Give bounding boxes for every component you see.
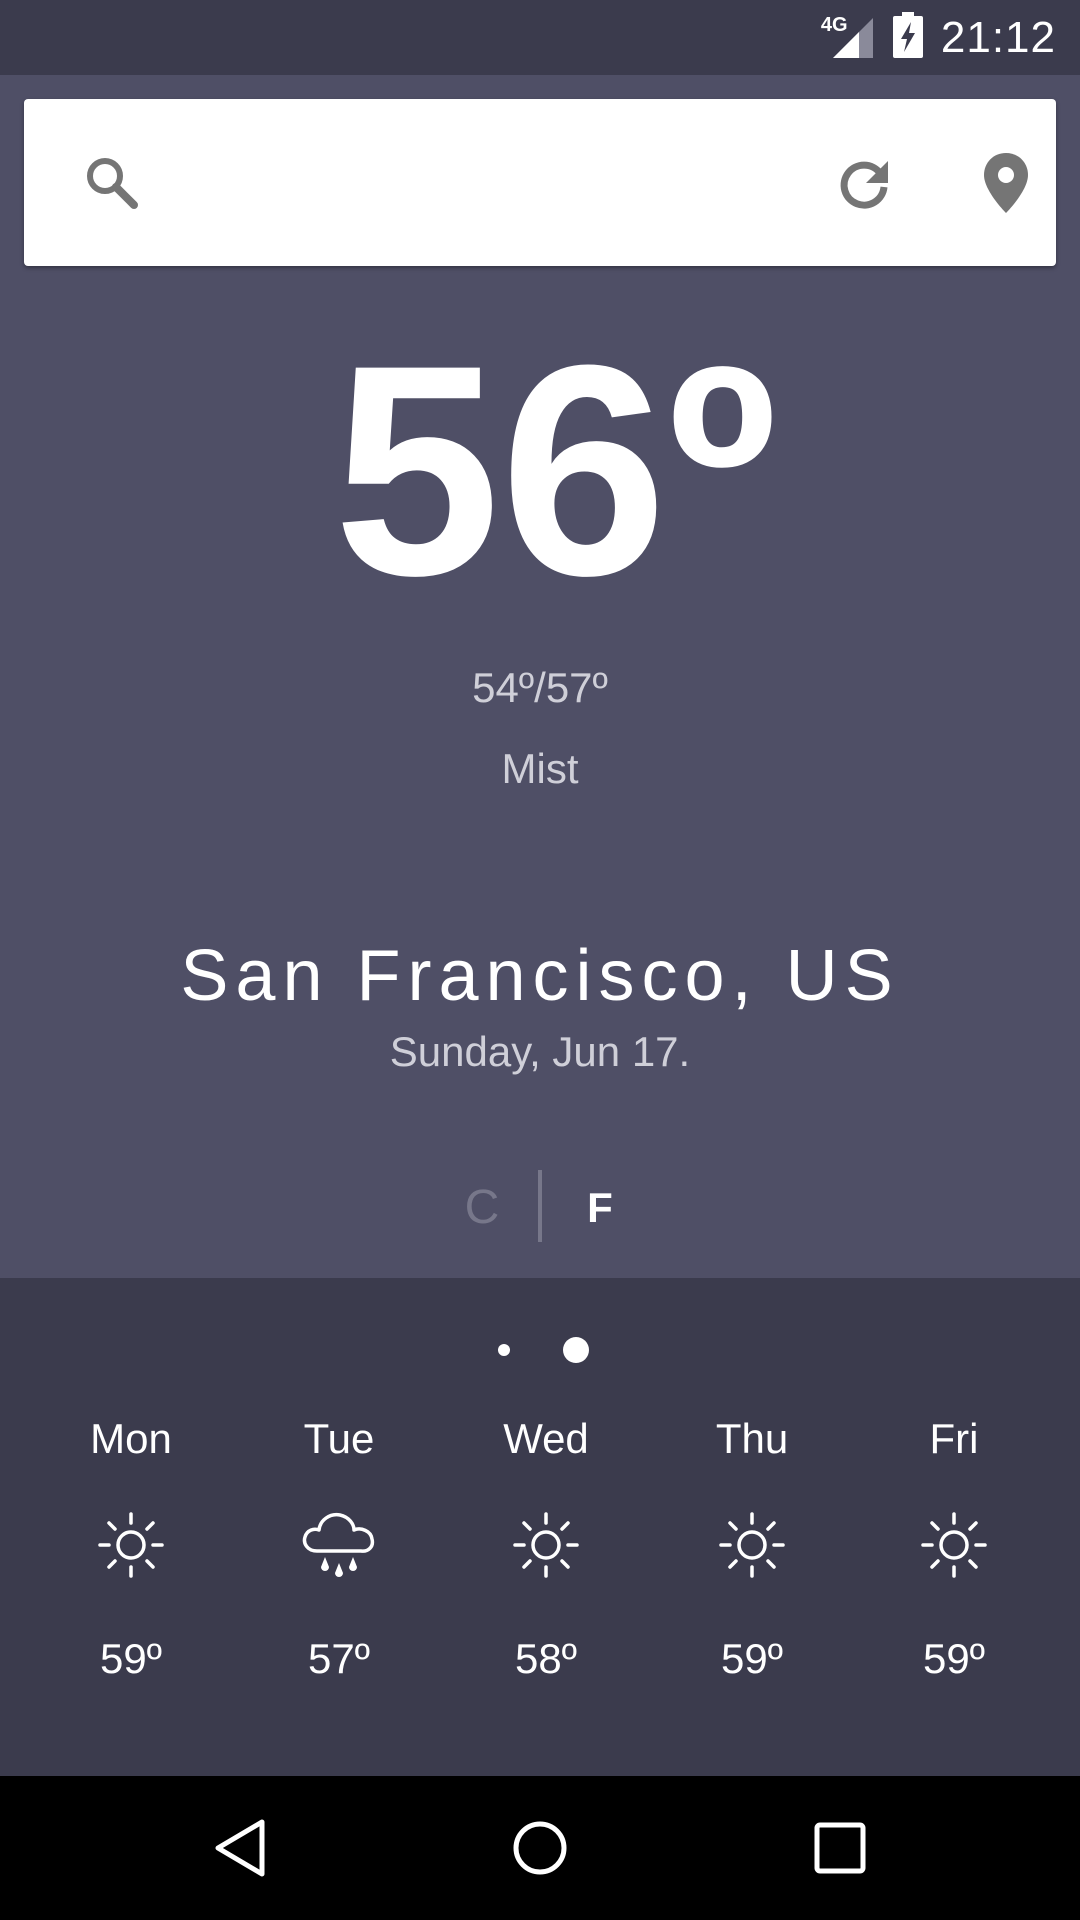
forecast-temperature: 58º bbox=[514, 1635, 578, 1682]
sun-icon bbox=[456, 1505, 636, 1585]
forecast-temperature: 57º bbox=[307, 1635, 371, 1682]
rain-cloud-icon bbox=[249, 1505, 429, 1585]
unit-celsius-button[interactable]: C bbox=[460, 1180, 504, 1235]
forecast-day: Tue 57º bbox=[249, 1415, 429, 1683]
status-icons: 4G 21:12 bbox=[821, 0, 1056, 75]
page-indicator-dot[interactable] bbox=[498, 1344, 510, 1356]
min-max-temperature: 54º/57º bbox=[472, 664, 608, 711]
unit-fahrenheit-button[interactable]: F bbox=[578, 1184, 622, 1232]
forecast-day: Fri 59º bbox=[864, 1415, 1044, 1683]
forecast-day-name: Wed bbox=[503, 1415, 589, 1462]
current-date: Sunday, Jun 17. bbox=[389, 1028, 691, 1075]
forecast-temperature: 59º bbox=[99, 1635, 163, 1682]
battery-charging-icon bbox=[892, 12, 923, 63]
refresh-icon[interactable] bbox=[814, 99, 914, 266]
sun-icon bbox=[41, 1505, 221, 1585]
forecast-day: Mon 59º bbox=[41, 1415, 221, 1683]
forecast-day-name: Tue bbox=[303, 1415, 375, 1462]
forecast-day: Wed 58º bbox=[456, 1415, 636, 1683]
forecast-day-name: Thu bbox=[715, 1415, 789, 1462]
forecast-day-name: Mon bbox=[90, 1415, 172, 1462]
forecast-temperature: 59º bbox=[720, 1635, 784, 1682]
search-icon[interactable] bbox=[64, 99, 160, 266]
back-icon[interactable] bbox=[160, 1776, 320, 1920]
sun-icon bbox=[864, 1505, 1044, 1585]
sun-icon bbox=[662, 1505, 842, 1585]
forecast-day-name: Fri bbox=[929, 1415, 979, 1462]
forecast-temperature: 59º bbox=[922, 1635, 986, 1682]
navigation-bar bbox=[0, 1776, 1080, 1920]
unit-divider bbox=[538, 1170, 542, 1242]
location-pin-icon[interactable] bbox=[956, 99, 1056, 266]
status-time: 21:12 bbox=[940, 12, 1056, 62]
forecast-day: Thu 59º bbox=[662, 1415, 842, 1683]
page-indicator-dot-active[interactable] bbox=[563, 1337, 589, 1363]
city-name: San Francisco, US bbox=[180, 936, 900, 1016]
weather-condition: Mist bbox=[501, 745, 579, 792]
search-bar bbox=[24, 99, 1056, 266]
search-input[interactable] bbox=[164, 139, 808, 227]
current-temperature: 56º bbox=[333, 302, 777, 638]
status-bar: 4G 21:12 bbox=[0, 0, 1080, 75]
recents-icon[interactable] bbox=[760, 1776, 920, 1920]
signal-icon: 4G bbox=[821, 14, 875, 60]
home-icon[interactable] bbox=[460, 1776, 620, 1920]
